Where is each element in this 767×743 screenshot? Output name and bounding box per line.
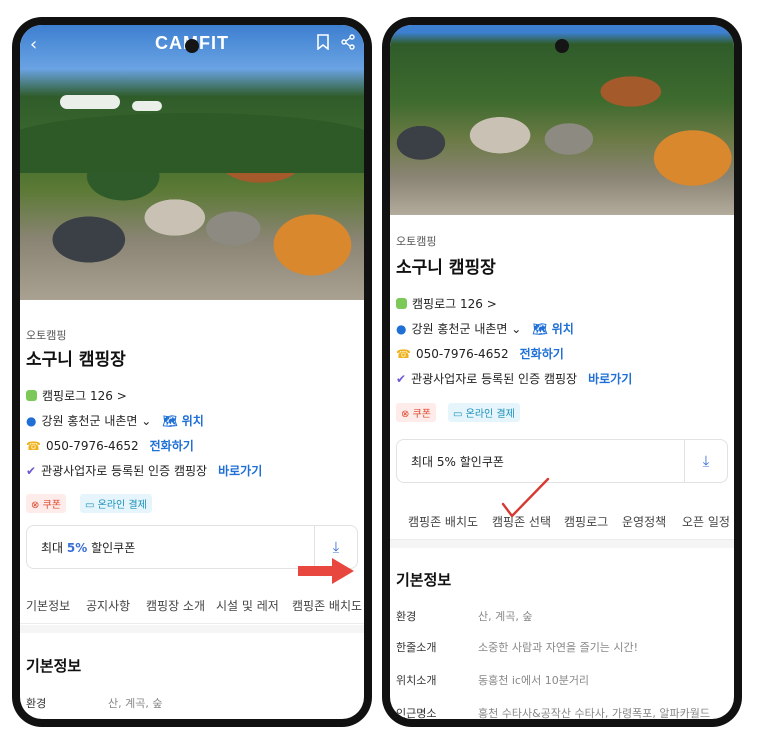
certified-text: 관광사업자로 등록된 인증 캠핑장 xyxy=(41,464,208,478)
camplog-text: 캠핑로그 126 > xyxy=(412,297,497,311)
coupon-percent: 5% xyxy=(436,455,456,469)
coupon-prefix: 최대 xyxy=(41,541,67,555)
tab-facilities[interactable]: 시설 및 레저 xyxy=(216,597,279,614)
camera-hole xyxy=(185,39,199,53)
call-link[interactable]: 전화하기 xyxy=(520,345,564,362)
campsite-photo[interactable] xyxy=(20,25,364,300)
left-phone-frame: ‹ CAMFIT 오토캠핑 소구니 캠핑장 캠핑로그 126 > ● 강원 홍천… xyxy=(12,17,372,727)
info-key: 환경 xyxy=(396,610,417,623)
phone-number: 050-7976-4652 xyxy=(45,438,139,453)
camplog-row[interactable]: 캠핑로그 126 > xyxy=(396,295,497,312)
camera-hole xyxy=(555,39,569,53)
right-phone-frame: 오토캠핑 소구니 캠핑장 캠핑로그 126 > ● 강원 홍천군 내촌면 ⌄ 🗺… xyxy=(382,17,742,727)
camplog-icon xyxy=(26,390,37,401)
category-label: 오토캠핑 xyxy=(396,235,437,248)
phone-number: 050-7976-4652 xyxy=(415,346,509,361)
coupon-label: 최대 5% 할인쿠폰 xyxy=(411,453,504,470)
campsite-name: 소구니 캠핑장 xyxy=(26,350,126,370)
location-pin-icon: ● xyxy=(26,413,37,428)
online-payment-label: 온라인 결제 xyxy=(465,409,515,420)
phone-row: ☎ 050-7976-4652 전화하기 xyxy=(396,345,564,362)
detail-tabs: 캠핑존 배치도 캠핑존 선택 캠핑로그 운영정책 오픈 일정 xyxy=(390,503,734,540)
phone-icon: ☎ xyxy=(396,346,411,361)
info-value: 동홍천 ic에서 10분거리 xyxy=(478,674,590,687)
certified-link[interactable]: 바로가기 xyxy=(218,462,262,479)
red-arrow-annotation xyxy=(298,558,354,584)
coupon-badge: ⊗ 쿠폰 xyxy=(396,403,436,422)
info-key: 한줄소개 xyxy=(396,641,437,654)
coupon-prefix: 최대 xyxy=(411,455,437,469)
coupon-suffix: 할인쿠폰 xyxy=(87,541,136,555)
campsite-name: 소구니 캠핑장 xyxy=(396,258,496,278)
camplog-icon xyxy=(396,298,407,309)
online-payment-badge: ▭ 온라인 결제 xyxy=(80,494,152,513)
tab-notice[interactable]: 공지사항 xyxy=(86,597,130,614)
share-icon[interactable] xyxy=(340,34,356,55)
location-row: ● 강원 홍천군 내촌면 ⌄ 🗺 위치 xyxy=(396,320,574,337)
coupon-badge: ⊗ 쿠폰 xyxy=(26,494,66,513)
location-pin-icon: ● xyxy=(396,321,407,336)
section-divider xyxy=(390,540,734,548)
map-location-link[interactable]: 🗺 위치 xyxy=(532,320,574,337)
coupon-percent: 5% xyxy=(66,541,88,555)
coupon-suffix: 할인쿠폰 xyxy=(455,455,504,469)
info-value: 홍천 수타사&공작산 수타사, 가령폭포, 알파카월드 xyxy=(478,707,710,719)
tab-campsite-intro[interactable]: 캠핑장 소개 xyxy=(146,597,205,614)
phone-icon: ☎ xyxy=(26,438,41,453)
download-coupon-icon[interactable]: ⤓ xyxy=(684,440,727,482)
certified-link[interactable]: 바로가기 xyxy=(588,370,632,387)
map-location-label: 위치 xyxy=(181,414,204,428)
left-screen: ‹ CAMFIT 오토캠핑 소구니 캠핑장 캠핑로그 126 > ● 강원 홍천… xyxy=(20,25,364,719)
tab-open-schedule[interactable]: 오픈 일정 xyxy=(682,513,730,530)
info-key: 인근명소 xyxy=(396,707,437,719)
coupon-badge-label: 쿠폰 xyxy=(412,409,431,420)
phone-row: ☎ 050-7976-4652 전화하기 xyxy=(26,437,194,454)
info-key: 위치소개 xyxy=(396,674,437,687)
certified-row: ✔ 관광사업자로 등록된 인증 캠핑장 바로가기 xyxy=(26,462,262,479)
location-row: ● 강원 홍천군 내촌면 ⌄ 🗺 위치 xyxy=(26,412,204,429)
tab-basic-info[interactable]: 기본정보 xyxy=(26,597,70,614)
section-title: 기본정보 xyxy=(396,571,452,589)
camplog-row[interactable]: 캠핑로그 126 > xyxy=(26,387,127,404)
right-screen: 오토캠핑 소구니 캠핑장 캠핑로그 126 > ● 강원 홍천군 내촌면 ⌄ 🗺… xyxy=(390,25,734,719)
cloud xyxy=(132,101,162,111)
coupon-label: 최대 5% 할인쿠폰 xyxy=(41,539,135,556)
map-location-label: 위치 xyxy=(551,322,574,336)
certified-row: ✔ 관광사업자로 등록된 인증 캠핑장 바로가기 xyxy=(396,370,632,387)
tab-policy[interactable]: 운영정책 xyxy=(622,513,666,530)
discount-coupon-box[interactable]: 최대 5% 할인쿠폰 ⤓ xyxy=(396,439,728,483)
location-text[interactable]: 강원 홍천군 내촌면 ⌄ xyxy=(41,412,151,429)
tab-camplog[interactable]: 캠핑로그 xyxy=(564,513,608,530)
category-label: 오토캠핑 xyxy=(26,329,67,342)
camplog-text: 캠핑로그 126 > xyxy=(42,389,127,403)
section-title: 기본정보 xyxy=(26,657,82,675)
detail-tabs: 기본정보 공지사항 캠핑장 소개 시설 및 레저 캠핑존 배치도 xyxy=(20,587,364,624)
map-location-link[interactable]: 🗺 위치 xyxy=(162,412,204,429)
certified-badge-icon: ✔ xyxy=(396,371,407,386)
cloud xyxy=(60,95,120,109)
bookmark-icon[interactable] xyxy=(316,34,330,55)
certified-badge-icon: ✔ xyxy=(26,463,37,478)
online-payment-label: 온라인 결제 xyxy=(97,500,147,511)
certified-text: 관광사업자로 등록된 인증 캠핑장 xyxy=(411,372,578,386)
call-link[interactable]: 전화하기 xyxy=(150,437,194,454)
coupon-badge-label: 쿠폰 xyxy=(42,500,61,511)
campsite-photo[interactable] xyxy=(390,25,734,215)
info-key: 환경 xyxy=(26,697,47,710)
section-divider xyxy=(20,625,364,633)
online-payment-badge: ▭ 온라인 결제 xyxy=(448,403,520,422)
tab-campzone-map[interactable]: 캠핑존 배치도 xyxy=(408,513,478,530)
hill xyxy=(20,113,364,173)
info-value: 산, 계곡, 숲 xyxy=(478,610,533,623)
info-value: 소중한 사람과 자연을 즐기는 시간! xyxy=(478,641,639,654)
info-value: 산, 계곡, 숲 xyxy=(108,697,163,710)
tab-campzone-map[interactable]: 캠핑존 배치도 xyxy=(292,597,362,614)
red-checkmark-annotation xyxy=(501,477,550,518)
location-text[interactable]: 강원 홍천군 내촌면 ⌄ xyxy=(411,320,521,337)
